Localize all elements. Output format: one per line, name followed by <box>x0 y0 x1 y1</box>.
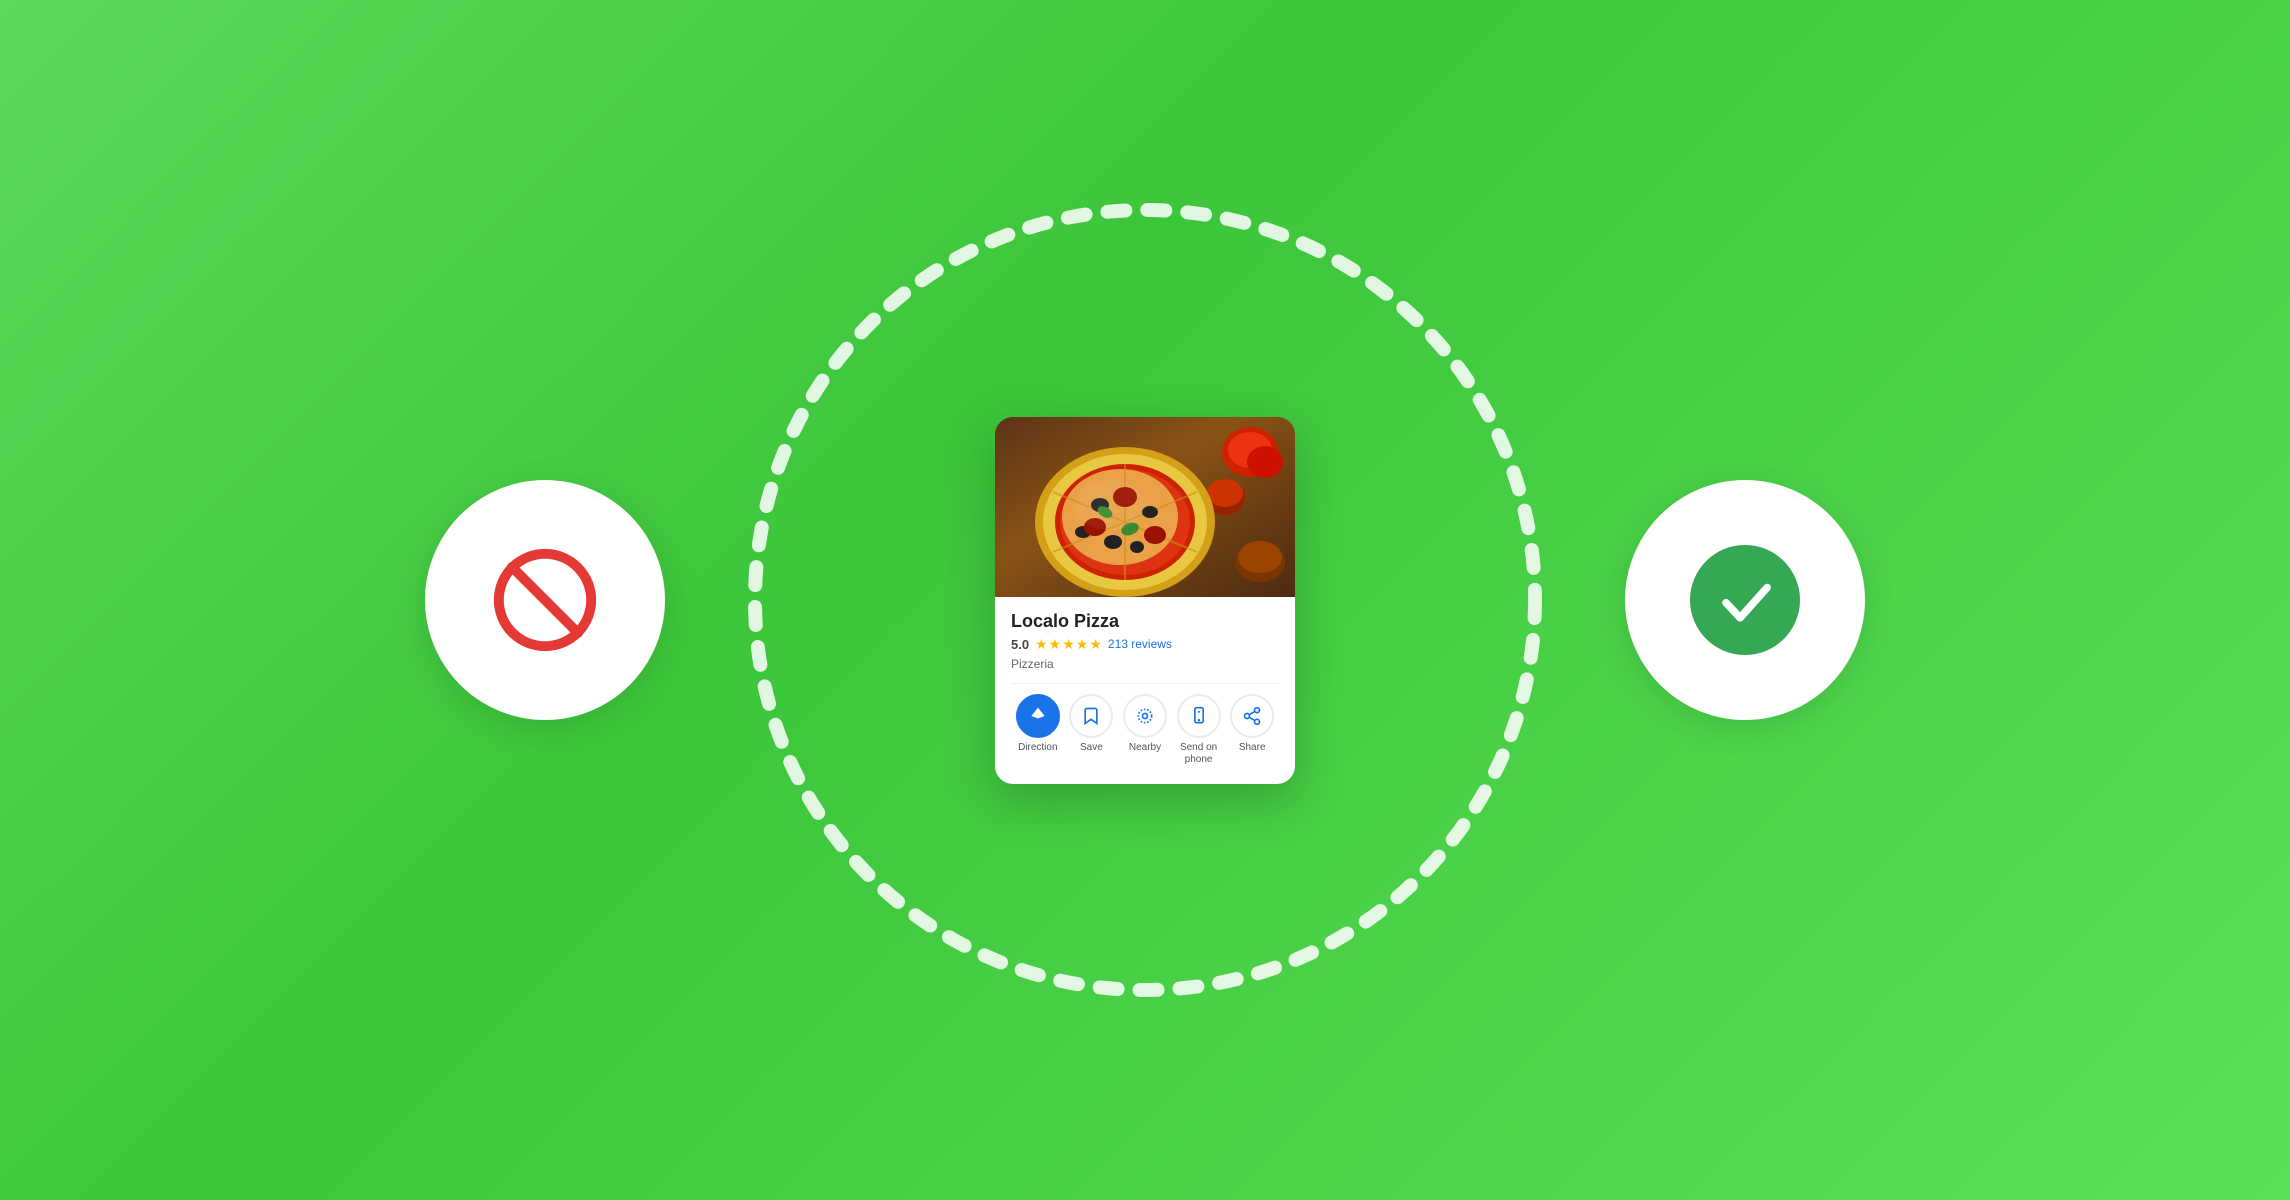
share-icon-container <box>1230 694 1274 738</box>
direction-button[interactable]: Direction <box>1016 694 1060 766</box>
right-circle <box>1625 480 1865 720</box>
nearby-label: Nearby <box>1129 742 1161 754</box>
send-on-phone-label: Send onphone <box>1180 742 1217 766</box>
nearby-button[interactable]: Nearby <box>1123 694 1167 766</box>
star-2: ★ <box>1049 636 1062 653</box>
phone-icon-container <box>1177 694 1221 738</box>
save-icon <box>1081 706 1101 726</box>
share-icon <box>1242 706 1262 726</box>
nearby-icon <box>1135 706 1155 726</box>
direction-icon <box>1028 706 1048 726</box>
reviews-count: 213 reviews <box>1108 637 1172 651</box>
save-icon-container <box>1069 694 1113 738</box>
phone-icon <box>1189 706 1209 726</box>
restaurant-name: Localo Pizza <box>1011 611 1279 632</box>
share-label: Share <box>1239 742 1266 754</box>
restaurant-card: Localo Pizza 5.0 ★ ★ ★ ★ ★ 213 reviews P… <box>995 417 1295 784</box>
ban-icon <box>490 545 600 655</box>
main-scene: Localo Pizza 5.0 ★ ★ ★ ★ ★ 213 reviews P… <box>445 150 1845 1050</box>
star-5: ★ <box>1089 636 1102 653</box>
stars: ★ ★ ★ ★ ★ <box>1035 636 1102 653</box>
category: Pizzeria <box>1011 657 1279 671</box>
check-circle <box>1690 545 1800 655</box>
direction-icon-container <box>1016 694 1060 738</box>
star-1: ★ <box>1035 636 1048 653</box>
rating-score: 5.0 <box>1011 637 1029 652</box>
nearby-icon-container <box>1123 694 1167 738</box>
rating-row: 5.0 ★ ★ ★ ★ ★ 213 reviews <box>1011 636 1279 653</box>
star-3: ★ <box>1062 636 1075 653</box>
send-on-phone-button[interactable]: Send onphone <box>1177 694 1221 766</box>
action-buttons: Direction Save <box>1011 683 1279 774</box>
check-icon <box>1713 568 1778 633</box>
save-label: Save <box>1080 742 1103 754</box>
star-4: ★ <box>1076 636 1089 653</box>
share-button[interactable]: Share <box>1230 694 1274 766</box>
card-image <box>995 417 1295 597</box>
card-info: Localo Pizza 5.0 ★ ★ ★ ★ ★ 213 reviews P… <box>995 597 1295 784</box>
save-button[interactable]: Save <box>1069 694 1113 766</box>
direction-label: Direction <box>1018 742 1057 754</box>
left-circle <box>425 480 665 720</box>
